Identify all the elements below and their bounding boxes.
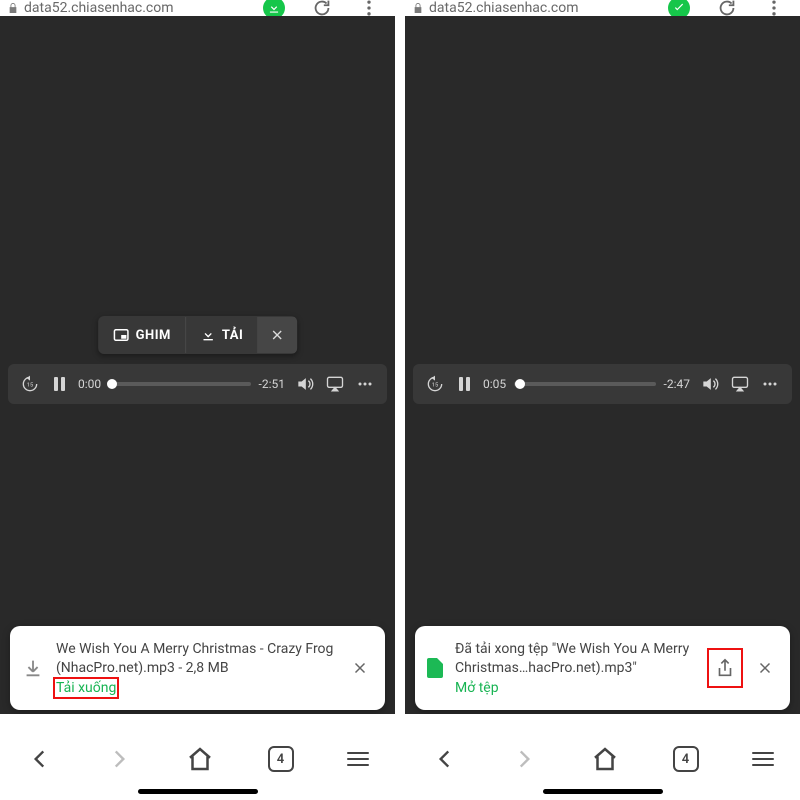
- volume-icon[interactable]: [700, 374, 720, 394]
- tab-count: 4: [682, 752, 689, 767]
- media-player: 15 0:00 -2:51: [8, 364, 387, 404]
- open-file-link[interactable]: Mở tệp: [455, 680, 499, 696]
- svg-text:15: 15: [432, 383, 439, 389]
- download-arrow-icon: [22, 657, 44, 679]
- download-action-link[interactable]: Tải xuống: [56, 680, 116, 696]
- nav-home-button[interactable]: [185, 744, 215, 774]
- rewind-15-icon[interactable]: 15: [425, 374, 445, 394]
- seek-knob[interactable]: [107, 379, 117, 389]
- svg-text:15: 15: [27, 383, 34, 389]
- page-content: 15 0:05 -2:47 Đã tải: [405, 16, 800, 714]
- nav-tabs-button[interactable]: 4: [268, 746, 294, 772]
- download-card: We Wish You A Merry Christmas - Crazy Fr…: [10, 626, 385, 710]
- browser-toprow: data52.chiasenhac.com: [0, 0, 395, 16]
- download-icon: [200, 327, 216, 343]
- download-pill-button[interactable]: TẢI: [185, 317, 257, 353]
- close-icon: [269, 327, 285, 343]
- lock-icon: [413, 2, 423, 14]
- timeline: 0:00 -2:51: [78, 377, 285, 391]
- seek-track[interactable]: [109, 382, 250, 386]
- download-text: We Wish You A Merry Christmas - Crazy Fr…: [56, 640, 335, 696]
- volume-icon[interactable]: [295, 374, 315, 394]
- page-content: GHIM TẢI 15 0:00 -2:51: [0, 16, 395, 714]
- time-remaining: -2:47: [664, 377, 690, 391]
- media-player: 15 0:05 -2:47: [413, 364, 792, 404]
- pip-icon: [112, 326, 130, 344]
- time-current: 0:00: [78, 377, 101, 391]
- phone-right: data52.chiasenhac.com 15 0:05: [405, 0, 800, 800]
- nav-forward-button: [106, 746, 132, 772]
- tab-count: 4: [277, 752, 284, 767]
- airplay-icon[interactable]: [325, 374, 345, 394]
- more-icon[interactable]: [355, 374, 375, 394]
- nav-home-button[interactable]: [590, 744, 620, 774]
- download-close-button[interactable]: [752, 655, 778, 681]
- download-title: We Wish You A Merry Christmas - Crazy Fr…: [56, 640, 335, 678]
- share-icon: [714, 657, 736, 679]
- nav-menu-button[interactable]: [347, 752, 369, 766]
- nav-forward-button: [511, 746, 537, 772]
- home-indicator: [138, 789, 258, 794]
- seek-track[interactable]: [514, 382, 655, 386]
- address-url[interactable]: data52.chiasenhac.com: [24, 0, 263, 16]
- time-current: 0:05: [483, 377, 506, 391]
- timeline: 0:05 -2:47: [483, 377, 690, 391]
- file-icon: [427, 658, 443, 678]
- download-pill-label: TẢI: [222, 328, 243, 343]
- share-button[interactable]: [710, 651, 740, 685]
- download-text: Đã tải xong tệp "We Wish You A Merry Chr…: [455, 640, 698, 696]
- download-title: Đã tải xong tệp "We Wish You A Merry Chr…: [455, 640, 698, 678]
- nav-tabs-button[interactable]: 4: [673, 746, 699, 772]
- lock-icon: [8, 2, 18, 14]
- rewind-15-icon[interactable]: 15: [20, 374, 40, 394]
- download-card: Đã tải xong tệp "We Wish You A Merry Chr…: [415, 626, 790, 710]
- phone-left: data52.chiasenhac.com GHIM TẢI: [0, 0, 395, 800]
- home-indicator: [543, 789, 663, 794]
- bottom-nav: 4: [405, 714, 800, 800]
- address-url[interactable]: data52.chiasenhac.com: [429, 0, 668, 16]
- pip-button[interactable]: GHIM: [98, 316, 185, 354]
- nav-menu-button[interactable]: [752, 752, 774, 766]
- pause-button[interactable]: [455, 377, 473, 391]
- browser-toprow: data52.chiasenhac.com: [405, 0, 800, 16]
- download-close-button[interactable]: [347, 655, 373, 681]
- more-icon[interactable]: [760, 374, 780, 394]
- pill-close-button[interactable]: [257, 317, 297, 353]
- pause-button[interactable]: [50, 377, 68, 391]
- pip-label: GHIM: [136, 328, 171, 343]
- time-remaining: -2:51: [259, 377, 285, 391]
- nav-back-button[interactable]: [432, 746, 458, 772]
- seek-knob[interactable]: [515, 379, 525, 389]
- airplay-icon[interactable]: [730, 374, 750, 394]
- media-pill: GHIM TẢI: [98, 316, 298, 354]
- bottom-nav: 4: [0, 714, 395, 800]
- nav-back-button[interactable]: [27, 746, 53, 772]
